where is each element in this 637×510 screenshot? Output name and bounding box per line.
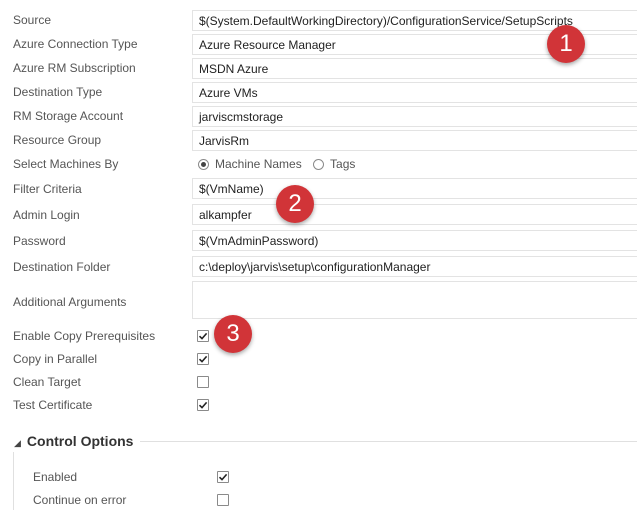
continue-on-error-label: Continue on error — [33, 493, 127, 507]
checkmark-icon — [198, 355, 208, 363]
enabled-label: Enabled — [33, 470, 78, 484]
clean-target-checkbox[interactable] — [197, 376, 209, 388]
destination-type-select[interactable]: Azure VMs — [192, 82, 637, 103]
control-options-title: Control Options — [26, 433, 134, 449]
destination-folder-input[interactable]: c:\deploy\jarvis\setup\configurationMana… — [192, 256, 637, 277]
radio-machine-names-label: Machine Names — [215, 157, 302, 171]
enable-copy-prerequisites-checkbox[interactable] — [197, 330, 209, 342]
copy-in-parallel-checkbox[interactable] — [197, 353, 209, 365]
radio-selected-icon[interactable] — [198, 159, 209, 170]
section-left-border — [13, 452, 14, 510]
azure-connection-type-label: Azure Connection Type — [13, 37, 138, 51]
rm-storage-account-label: RM Storage Account — [13, 109, 124, 123]
control-options-header[interactable]: ◢ Control Options — [14, 433, 133, 449]
select-machines-label: Select Machines By — [13, 157, 119, 171]
clean-target-label: Clean Target — [13, 375, 81, 389]
annotation-badge-2: 2 — [276, 185, 314, 223]
test-certificate-checkbox[interactable] — [197, 399, 209, 411]
collapse-triangle-icon[interactable]: ◢ — [14, 438, 21, 448]
annotation-badge-3: 3 — [214, 315, 252, 353]
checkmark-icon — [218, 473, 228, 481]
radio-unselected-icon[interactable] — [313, 159, 325, 170]
destination-type-label: Destination Type — [13, 85, 103, 99]
filter-criteria-input[interactable]: $(VmName) — [192, 178, 637, 199]
password-label: Password — [13, 234, 66, 248]
test-certificate-label: Test Certificate — [13, 398, 93, 412]
admin-login-input[interactable]: alkampfer — [192, 204, 637, 225]
password-input[interactable]: $(VmAdminPassword) — [192, 230, 637, 251]
azure-rm-subscription-label: Azure RM Subscription — [13, 61, 136, 75]
annotation-badge-1: 1 — [547, 25, 585, 63]
enable-copy-prerequisites-label: Enable Copy Prerequisites — [13, 329, 156, 343]
admin-login-label: Admin Login — [13, 208, 80, 222]
rm-storage-account-select[interactable]: jarviscmstorage — [192, 106, 637, 127]
additional-arguments-input[interactable] — [192, 281, 637, 319]
checkmark-icon — [198, 401, 208, 409]
source-label: Source — [13, 13, 52, 27]
section-divider — [140, 441, 637, 442]
continue-on-error-checkbox[interactable] — [217, 494, 229, 506]
enabled-checkbox[interactable] — [217, 471, 229, 483]
radio-machine-names[interactable]: Machine Names — [198, 157, 302, 171]
resource-group-label: Resource Group — [13, 133, 102, 147]
additional-arguments-label: Additional Arguments — [13, 295, 127, 309]
radio-tags[interactable]: Tags — [313, 157, 355, 171]
copy-in-parallel-label: Copy in Parallel — [13, 352, 98, 366]
resource-group-select[interactable]: JarvisRm — [192, 130, 637, 151]
checkmark-icon — [198, 332, 208, 340]
radio-tags-label: Tags — [330, 157, 356, 171]
select-machines-radio-group: Machine Names Tags — [198, 157, 363, 171]
filter-criteria-label: Filter Criteria — [13, 182, 82, 196]
destination-folder-label: Destination Folder — [13, 260, 111, 274]
